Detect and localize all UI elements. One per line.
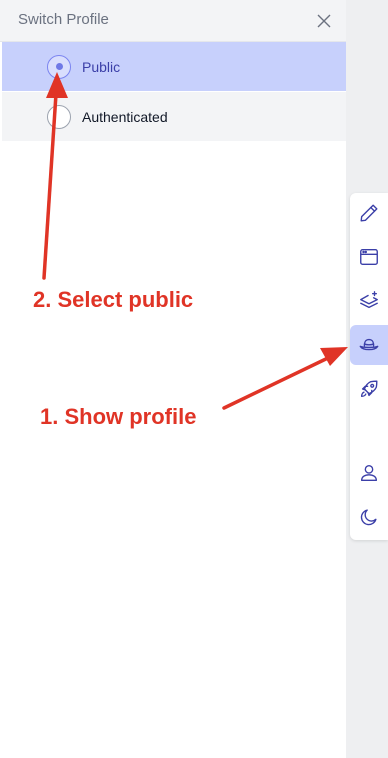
arrow-to-profile-tool [222, 347, 348, 410]
annotation-step-2: 2. Select public [33, 287, 194, 312]
arrow-to-public-option [42, 72, 68, 280]
annotation-step-1: 1. Show profile [40, 404, 197, 429]
annotation-arrows [42, 72, 348, 410]
